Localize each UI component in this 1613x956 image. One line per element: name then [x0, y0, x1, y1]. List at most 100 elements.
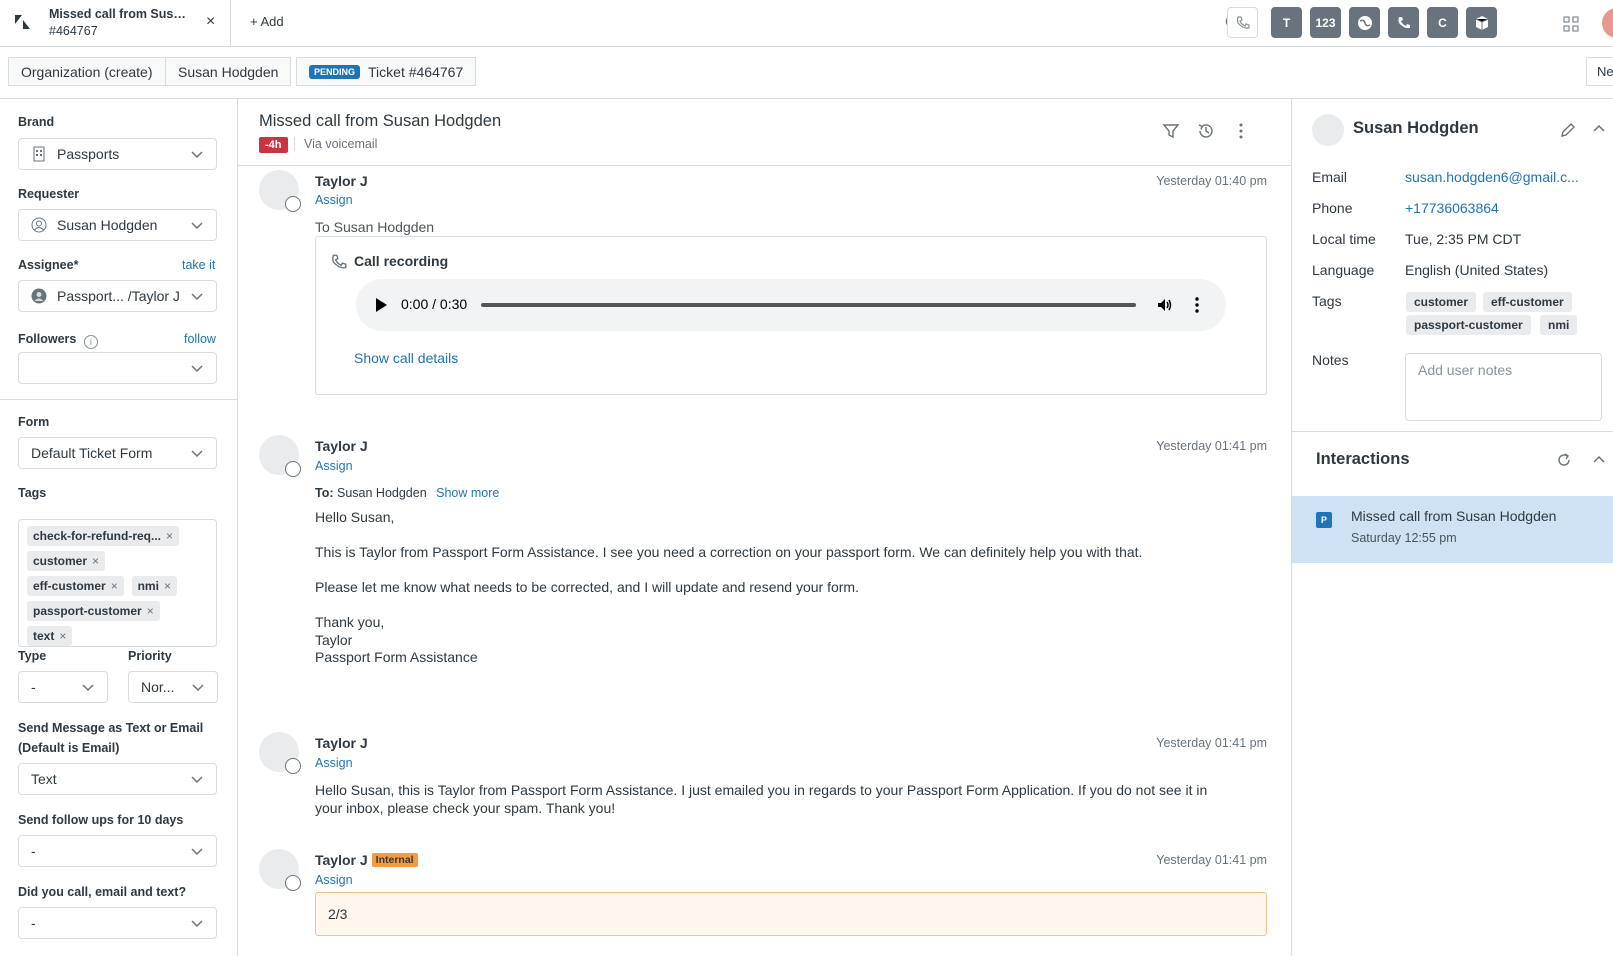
brand-value: Passports: [57, 146, 120, 162]
volume-icon[interactable]: [1156, 296, 1174, 314]
passport-icon: P: [1316, 512, 1332, 528]
phone-outline-app-icon[interactable]: [1227, 7, 1258, 38]
phone-app-icon[interactable]: [1388, 7, 1419, 38]
user-tag: customer: [1406, 292, 1477, 312]
type-value: -: [31, 679, 36, 695]
tag-chip: passport-customer ×: [27, 601, 160, 621]
assignee-select[interactable]: Passport... /Taylor J: [18, 280, 217, 312]
timestamp: Yesterday 01:41 pm: [1156, 439, 1267, 453]
apps-grid-icon[interactable]: [1563, 16, 1579, 32]
email-value[interactable]: susan.hodgden6@gmail.c...: [1405, 169, 1579, 185]
t-app-icon[interactable]: T: [1271, 7, 1302, 38]
show-more-link[interactable]: Show more: [436, 486, 499, 500]
chevron-down-icon: [191, 365, 203, 373]
more-options-icon[interactable]: [1232, 122, 1250, 140]
type-select[interactable]: -: [18, 671, 108, 703]
chevron-down-icon: [82, 684, 94, 692]
remove-tag-icon[interactable]: ×: [147, 604, 154, 618]
history-icon[interactable]: [1197, 122, 1215, 140]
notes-label: Notes: [1312, 352, 1349, 368]
followers-label-text: Followers: [18, 332, 77, 346]
message-line: Please let me know what needs to be corr…: [315, 579, 859, 595]
requester-label: Requester: [18, 187, 80, 201]
show-call-details-link[interactable]: Show call details: [354, 350, 458, 366]
breadcrumb-organization[interactable]: Organization (create): [8, 57, 166, 86]
message: Taylor J Assign Yesterday 01:40 pm To Su…: [238, 166, 1291, 416]
tag-chip: nmi ×: [131, 576, 177, 596]
language-label: Language: [1312, 262, 1375, 278]
priority-select[interactable]: Nor...: [128, 671, 218, 703]
audio-progress[interactable]: [481, 303, 1136, 307]
user-tag: passport-customer: [1406, 315, 1531, 335]
brand-select[interactable]: Passports: [18, 138, 217, 170]
remove-tag-icon[interactable]: ×: [111, 579, 118, 593]
divider: [1292, 431, 1613, 432]
tag-chip: customer ×: [27, 551, 106, 571]
user-avatar[interactable]: [1602, 8, 1613, 38]
ticket-header: Missed call from Susan Hodgden -4h Via v…: [238, 99, 1291, 166]
play-icon[interactable]: [374, 297, 388, 313]
message: Taylor J Assign Yesterday 01:41 pm Hello…: [238, 731, 1291, 821]
chevron-up-icon[interactable]: [1591, 452, 1607, 468]
chevron-down-icon: [191, 222, 203, 230]
info-icon[interactable]: i: [83, 335, 98, 349]
send-message-label-2: (Default is Email): [18, 741, 120, 755]
phone-label: Phone: [1312, 200, 1353, 216]
take-it-link[interactable]: take it: [182, 258, 215, 272]
called-select[interactable]: -: [18, 907, 217, 939]
assign-link[interactable]: Assign: [315, 756, 353, 770]
audio-menu-icon[interactable]: [1191, 296, 1203, 314]
message: Taylor J Internal Assign Yesterday 01:41 …: [238, 848, 1291, 956]
remove-tag-icon[interactable]: ×: [59, 629, 66, 643]
phone-value[interactable]: +17736063864: [1405, 200, 1499, 216]
user-icon: [31, 217, 47, 233]
remove-tag-icon[interactable]: ×: [92, 554, 99, 568]
123-app-icon[interactable]: 123: [1310, 7, 1341, 38]
assign-link[interactable]: Assign: [315, 459, 353, 473]
interaction-item[interactable]: P Missed call from Susan Hodgden Saturda…: [1292, 496, 1613, 563]
c-app-icon[interactable]: C: [1427, 7, 1458, 38]
user-notes-field[interactable]: Add user notes: [1405, 353, 1602, 421]
send-message-select[interactable]: Text: [18, 763, 217, 795]
chevron-up-icon[interactable]: [1591, 121, 1607, 137]
remove-tag-icon[interactable]: ×: [166, 529, 173, 543]
ticket-tab[interactable]: Missed call from Susa... #464767 ×: [0, 0, 231, 46]
requester-select[interactable]: Susan Hodgden: [18, 209, 217, 241]
follow-link[interactable]: follow: [184, 332, 216, 346]
followups-label: Send follow ups for 10 days: [18, 813, 184, 827]
followups-value: -: [31, 843, 36, 859]
form-select[interactable]: Default Ticket Form: [18, 437, 217, 469]
chevron-down-icon: [191, 776, 203, 784]
conversation-panel: Missed call from Susan Hodgden -4h Via v…: [238, 99, 1291, 956]
tags-input[interactable]: check-for-refund-req... × customer × eff-c…: [18, 519, 217, 647]
close-tab-icon[interactable]: ×: [206, 13, 215, 31]
customer-avatar: [1312, 114, 1344, 146]
edit-icon[interactable]: [1559, 121, 1577, 139]
assign-link[interactable]: Assign: [315, 873, 353, 887]
remove-tag-icon[interactable]: ×: [164, 579, 171, 593]
followers-select[interactable]: [18, 352, 217, 384]
tag-chip-label: customer: [33, 554, 88, 568]
breadcrumb: Organization (create) Susan Hodgden PEND…: [0, 47, 1613, 99]
chevron-down-icon: [191, 920, 203, 928]
globe-app-icon[interactable]: [1349, 7, 1380, 38]
tab-ticket-number: #464767: [49, 24, 98, 38]
refresh-icon[interactable]: [1556, 452, 1572, 468]
breadcrumb-ticket[interactable]: PENDING Ticket #464767: [296, 57, 477, 86]
agent-badge-icon: [285, 196, 301, 212]
user-tag: nmi: [1540, 315, 1578, 335]
page-title: Missed call from Susan Hodgden: [259, 112, 502, 130]
breadcrumb-user[interactable]: Susan Hodgden: [165, 57, 292, 86]
user-tag: eff-customer: [1483, 292, 1572, 312]
filter-icon[interactable]: [1162, 122, 1180, 140]
next-button[interactable]: Ne: [1586, 57, 1613, 86]
add-tab-button[interactable]: + Add: [250, 14, 284, 29]
local-time-label: Local time: [1312, 231, 1376, 247]
assign-link[interactable]: Assign: [315, 193, 353, 207]
message-line: Taylor: [315, 632, 353, 648]
author-avatar: [259, 849, 301, 891]
followups-select[interactable]: -: [18, 835, 217, 867]
box-app-icon[interactable]: [1466, 7, 1497, 38]
tag-chip-label: eff-customer: [33, 579, 106, 593]
call-recording-card: Call recording 0:00 / 0:30 Show call det…: [315, 236, 1267, 395]
